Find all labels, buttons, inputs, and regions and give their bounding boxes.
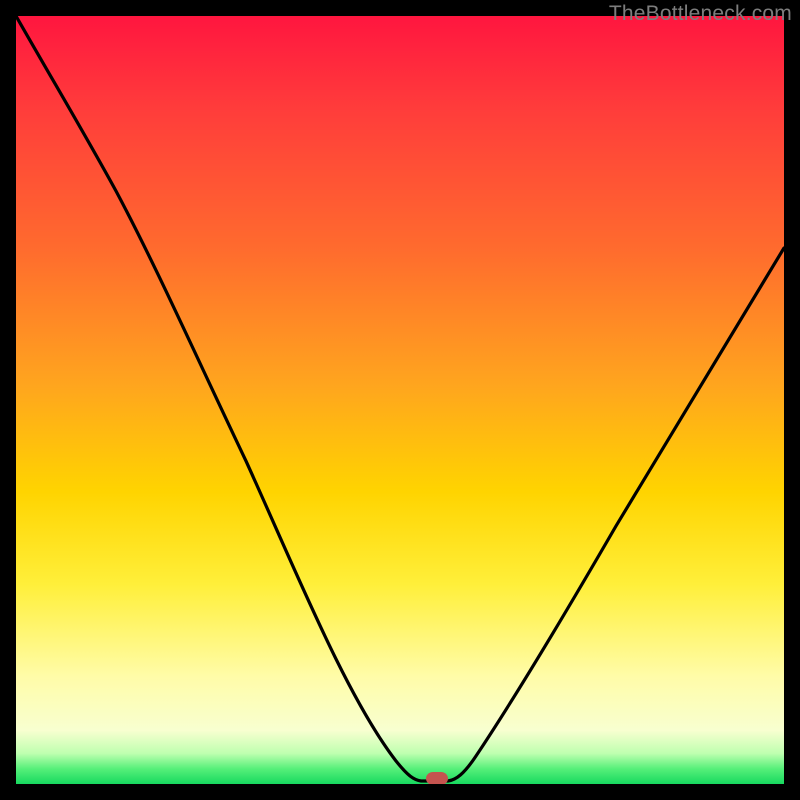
chart-svg	[16, 16, 784, 784]
chart-frame: TheBottleneck.com	[0, 0, 800, 800]
bottleneck-curve	[16, 16, 784, 781]
optimal-point-marker	[426, 772, 448, 784]
watermark-text: TheBottleneck.com	[609, 2, 792, 26]
